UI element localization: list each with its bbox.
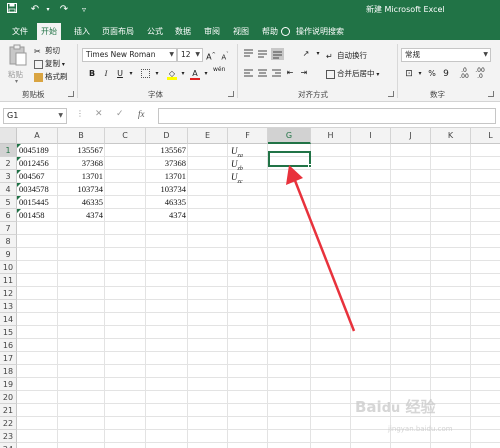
wrap-text-icon: ↵ bbox=[326, 51, 333, 61]
window-title: 新建 Microsoft Excel bbox=[366, 5, 445, 14]
formula-input[interactable] bbox=[158, 108, 496, 124]
merge-cells-icon bbox=[326, 69, 335, 79]
enter-icon[interactable]: ✓ bbox=[116, 109, 124, 119]
copy-icon bbox=[34, 59, 43, 69]
watermark-logo: Baidu 经验 bbox=[355, 398, 436, 416]
name-box[interactable]: G1 ▼ bbox=[3, 108, 67, 124]
tab-formulas[interactable]: 公式 bbox=[143, 23, 167, 40]
chevron-down-icon: ▼ bbox=[58, 112, 63, 119]
separator bbox=[397, 44, 398, 98]
copy-dropdown-icon: ▾ bbox=[60, 61, 65, 68]
wrap-text-button[interactable]: ↵ 自动换行 bbox=[326, 50, 367, 61]
tab-page-layout[interactable]: 页面布局 bbox=[98, 23, 138, 40]
tab-file[interactable]: 文件 bbox=[8, 23, 32, 40]
clipboard-group-label: 剪贴板 bbox=[22, 90, 45, 99]
grow-font-icon[interactable]: A^ bbox=[205, 49, 217, 62]
save-icon[interactable] bbox=[6, 3, 18, 17]
cancel-icon[interactable]: ✕ bbox=[95, 109, 103, 119]
ribbon-home: 粘贴 ▾ ✂ 剪切 复制 ▾ 格式刷 剪贴板 Times New Roman ▼ 1… bbox=[0, 40, 500, 102]
ribbon-tabs: 文件 开始 插入 页面布局 公式 数据 审阅 视图 帮助 操作说明搜索 bbox=[0, 20, 500, 40]
formula-bar: G1 ▼ ⋮ ✕ ✓ fx bbox=[0, 102, 500, 128]
alignment-launcher-icon[interactable] bbox=[388, 91, 394, 97]
text-orientation-icon[interactable]: ↗ bbox=[300, 48, 312, 60]
merge-center-button[interactable]: 合并后居中 ▾ bbox=[326, 68, 379, 80]
font-family-select[interactable]: Times New Roman ▼ bbox=[82, 48, 177, 62]
alignment-group-label: 对齐方式 bbox=[298, 90, 328, 99]
bold-button[interactable]: B bbox=[86, 68, 98, 80]
font-size-select[interactable]: 12 ▼ bbox=[177, 48, 203, 62]
borders-icon[interactable] bbox=[139, 68, 151, 80]
fill-color-dropdown-icon[interactable]: ▾ bbox=[177, 68, 189, 80]
phonetic-guide-icon[interactable]: wén bbox=[213, 66, 225, 78]
chevron-down-icon: ▼ bbox=[195, 51, 200, 58]
clipboard-launcher-icon[interactable] bbox=[68, 91, 74, 97]
chevron-down-icon: ▼ bbox=[169, 51, 174, 58]
copy-button[interactable]: 复制 ▾ bbox=[34, 58, 65, 70]
currency-dropdown-icon[interactable]: ▾ bbox=[414, 68, 426, 80]
chevron-down-icon: ▼ bbox=[483, 51, 488, 58]
cut-button[interactable]: ✂ 剪切 bbox=[34, 45, 60, 56]
italic-button[interactable]: I bbox=[100, 68, 112, 80]
paste-dropdown-icon: ▾ bbox=[15, 78, 19, 85]
font-group-label: 字体 bbox=[148, 90, 163, 99]
tab-help[interactable]: 帮助 bbox=[258, 23, 282, 40]
paste-icon bbox=[9, 44, 27, 66]
merge-dropdown-icon: ▾ bbox=[374, 71, 380, 78]
borders-dropdown-icon[interactable]: ▾ bbox=[151, 68, 163, 80]
decrease-decimal-icon[interactable]: .00.0 bbox=[474, 68, 486, 80]
tab-insert[interactable]: 插入 bbox=[70, 23, 94, 40]
brush-icon bbox=[34, 72, 43, 82]
redo-icon[interactable]: ↷ bbox=[58, 3, 70, 17]
excel-window: ↶ ▾ ↷ ▿ 新建 Microsoft Excel 文件 开始 插入 页面布局… bbox=[0, 0, 500, 448]
watermark-url: jingyan.baidu.com bbox=[388, 425, 453, 433]
font-color-dropdown-icon[interactable]: ▾ bbox=[200, 68, 212, 80]
number-group-label: 数字 bbox=[430, 90, 445, 99]
tab-review[interactable]: 审阅 bbox=[200, 23, 224, 40]
tell-me-label: 操作说明搜索 bbox=[296, 27, 344, 36]
shrink-font-icon[interactable]: Aˇ bbox=[219, 49, 231, 61]
underline-dropdown-icon[interactable]: ▾ bbox=[125, 68, 137, 80]
lightbulb-icon bbox=[281, 27, 290, 36]
undo-dropdown-icon[interactable]: ▾ bbox=[44, 3, 52, 17]
comma-style-button[interactable]: 9 bbox=[440, 68, 452, 80]
tab-data[interactable]: 数据 bbox=[171, 23, 195, 40]
separator bbox=[77, 44, 78, 98]
font-launcher-icon[interactable] bbox=[228, 91, 234, 97]
number-launcher-icon[interactable] bbox=[488, 91, 494, 97]
title-bar: ↶ ▾ ↷ ▿ 新建 Microsoft Excel bbox=[0, 0, 500, 20]
tab-view[interactable]: 视图 bbox=[229, 23, 253, 40]
increase-decimal-icon[interactable]: .0.00 bbox=[458, 68, 470, 80]
tell-me-search[interactable]: 操作说明搜索 bbox=[281, 23, 344, 40]
orientation-dropdown-icon[interactable]: ▾ bbox=[312, 48, 324, 60]
increase-indent-icon[interactable]: ⇥ bbox=[298, 67, 310, 79]
percent-button[interactable]: % bbox=[426, 68, 438, 80]
more-icon: ⋮ bbox=[76, 109, 84, 118]
scissors-icon: ✂ bbox=[34, 46, 41, 56]
paste-button[interactable]: 粘贴 ▾ bbox=[6, 44, 30, 85]
separator bbox=[237, 44, 238, 98]
undo-icon[interactable]: ↶ bbox=[28, 3, 42, 17]
format-painter-button[interactable]: 格式刷 bbox=[34, 71, 68, 82]
vertical-align-icons[interactable] bbox=[242, 48, 286, 60]
decrease-indent-icon[interactable]: ⇤ bbox=[284, 67, 296, 79]
tab-home[interactable]: 开始 bbox=[37, 23, 61, 40]
number-format-select[interactable]: 常规 ▼ bbox=[401, 48, 491, 62]
insert-function-icon[interactable]: fx bbox=[138, 109, 145, 119]
customize-qat-icon[interactable]: ▿ bbox=[78, 3, 90, 17]
